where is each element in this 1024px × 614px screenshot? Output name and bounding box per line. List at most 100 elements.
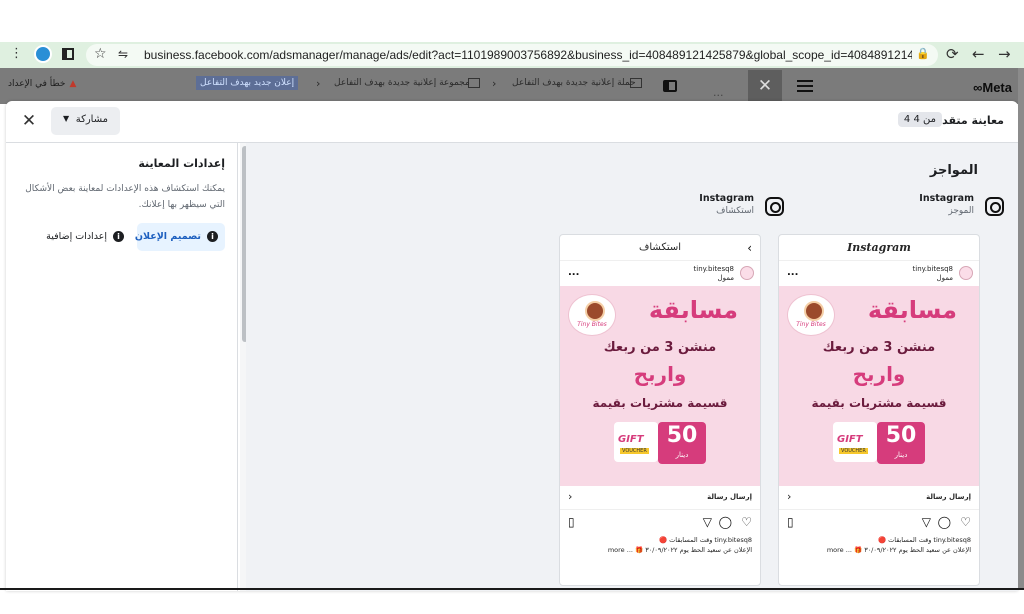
breadcrumb: حملة إعلانية جديدة بهدف التفاعل › مجموعة… [196,76,686,96]
gift-voucher-icon: GIFT VOUCHER [614,422,658,462]
creative-line1: منشن 3 من ربعك [822,340,936,355]
tab-ad-design[interactable]: تصميم الإعلان i [134,223,225,251]
browser-menu-icon[interactable]: ⋮ [10,46,23,61]
breadcrumb-separator: › [316,77,321,90]
preview-settings-panel: إعدادات المعاينة يمكنك استكشاف هذه الإعد… [6,143,238,591]
settings-description: يمكنك استكشاف هذه الإعدادات لمعاينة بعض … [25,184,225,210]
placement-platform: Instagram [699,193,754,204]
breadcrumb-separator: › [492,77,497,90]
window-edge [1018,68,1024,588]
brand-logo: Tiny Bites [568,294,616,336]
preview-card-feed[interactable]: Instagram tiny.bitesq8 ممول ... Tiny Bite… [778,234,980,586]
creative-headline: مسابقة [867,296,957,324]
post-options-icon[interactable]: ... [568,267,579,278]
sponsored-label: ممول [717,274,735,282]
brand-logo: Tiny Bites [787,294,835,336]
instagram-icon [985,197,1004,216]
placement-platform: Instagram [919,193,974,204]
url-text[interactable]: business.facebook.com/adsmanager/manage/… [144,48,912,62]
post-account-row: tiny.bitesq8 ممول ... [779,262,979,286]
more-icon[interactable]: ... [713,86,724,99]
share-icon[interactable]: ▽ [922,515,931,529]
post-username[interactable]: tiny.bitesq8 ممول [913,265,953,283]
breadcrumb-ad[interactable]: إعلان جديد بهدف التفاعل [196,76,299,90]
window-bottom-border [0,588,1024,590]
sponsored-label: ممول [936,274,954,282]
post-username[interactable]: tiny.bitesq8 ممول [694,265,734,283]
preview-area: المواجز Instagram الموجز Instagram استكش… [246,143,1018,591]
back-chevron-icon[interactable]: ‹ [747,241,752,255]
breadcrumb-campaign[interactable]: حملة إعلانية جديدة بهدف التفاعل [512,78,636,88]
caption-line1: tiny.bitesq8 وقت المسابقات 🔴 [658,536,752,544]
address-bar[interactable]: ☆ ⇋ business.facebook.com/adsmanager/man… [86,44,938,66]
forward-arrow-icon[interactable]: → [998,45,1011,63]
caption-line2: الإعلان عن سعيد الحظ يوم ٣٠/٠٩/٢٠٢٢ 🎁 ..… [607,546,752,554]
explore-header: استكشاف [560,235,760,261]
voucher-text: VOUCHER [620,448,649,454]
comment-icon[interactable]: ◯ [719,515,732,529]
preview-counter-badge: 4 من 4 [897,112,942,127]
heart-icon[interactable]: ♡ [960,515,971,529]
instagram-wordmark: Instagram [779,235,979,261]
setup-error-status[interactable]: خطأ في الإعداد ▲ [8,79,76,89]
bookmark-icon[interactable]: ▯ [787,515,794,529]
share-icon[interactable]: ▽ [703,515,712,529]
post-options-icon[interactable]: ... [787,267,798,278]
voucher-amount: 50 دينار [658,422,706,464]
cta-bar[interactable]: إرسال رسالة › [560,486,760,510]
voucher-amount: 50 دينار [877,422,925,464]
lock-icon[interactable]: 🔒 [916,47,930,60]
modal-body: إعدادات المعاينة يمكنك استكشاف هذه الإعد… [6,143,1018,591]
username-text: tiny.bitesq8 [912,265,953,273]
comment-icon[interactable]: ◯ [938,515,951,529]
settings-title: إعدادات المعاينة [138,157,225,170]
side-panel-icon[interactable] [62,48,74,60]
close-editor-button[interactable]: ✕ [748,70,782,102]
breadcrumb-adset[interactable]: مجموعة إعلانية جديدة بهدف التفاعل [334,78,470,88]
cta-bar[interactable]: إرسال رسالة › [779,486,979,510]
cta-label: إرسال رسالة [707,493,752,501]
voucher-text: VOUCHER [839,448,868,454]
site-info-icon[interactable]: ⇋ [118,47,128,61]
gift-voucher-icon: GIFT VOUCHER [833,422,877,462]
amount-value: 50 [885,423,917,448]
gift-text: GIFT [837,434,863,445]
placement-name: الموجز [948,206,974,216]
creative-line2: واربح [852,362,906,386]
amount-value: 50 [666,423,698,448]
meta-logo[interactable]: ∞Meta [973,80,1012,95]
bookmark-icon[interactable]: ▯ [568,515,575,529]
post-actions: ♡ ◯ ▽ ▯ [560,513,760,533]
post-caption: tiny.bitesq8 وقت المسابقات 🔴 الإعلان عن … [566,535,752,555]
avatar[interactable] [959,266,973,280]
chevron-right-icon: › [787,490,792,503]
amount-currency: دينار [675,451,689,459]
profile-avatar[interactable] [34,45,52,63]
ad-creative-image: Tiny Bites مسابقة منشن 3 من ربعك واربح ق… [779,286,979,486]
instagram-icon [765,197,784,216]
browser-toolbar: ⋮ ☆ ⇋ business.facebook.com/adsmanager/m… [0,42,1024,68]
info-icon: i [113,231,124,242]
avatar[interactable] [740,266,754,280]
placement-label-explore: Instagram استكشاف [699,193,754,216]
back-arrow-icon[interactable]: ← [972,45,985,63]
creative-line1: منشن 3 من ربعك [603,340,717,355]
advanced-preview-modal: معاينة متقدمة 4 من 4 ✕ مشاركة ▼ إعدادات … [6,101,1018,591]
chevron-right-icon: › [568,490,573,503]
creative-headline: مسابقة [648,296,738,324]
tab-additional-settings[interactable]: إعدادات إضافية i [45,223,131,251]
bookmark-star-icon[interactable]: ☆ [94,46,107,62]
caption-line2: الإعلان عن سعيد الحظ يوم ٣٠/٠٩/٢٠٢٢ 🎁 ..… [826,546,971,554]
tab-label: تصميم الإعلان [134,231,201,242]
username-text: tiny.bitesq8 [693,265,734,273]
share-dropdown-button[interactable]: مشاركة ▼ [51,107,120,135]
close-modal-button[interactable]: ✕ [18,110,40,132]
caret-down-icon: ▼ [63,114,70,123]
reload-icon[interactable]: ⟳ [946,45,959,63]
warning-triangle-icon: ▲ [69,79,77,89]
placement-name: استكشاف [716,206,754,216]
hamburger-menu-icon[interactable] [797,80,813,92]
preview-card-explore[interactable]: استكشاف ‹ tiny.bitesq8 ممول ... Tiny Bite… [559,234,761,586]
creative-line3: قسيمة مشتريات بقيمة [592,396,728,410]
heart-icon[interactable]: ♡ [741,515,752,529]
